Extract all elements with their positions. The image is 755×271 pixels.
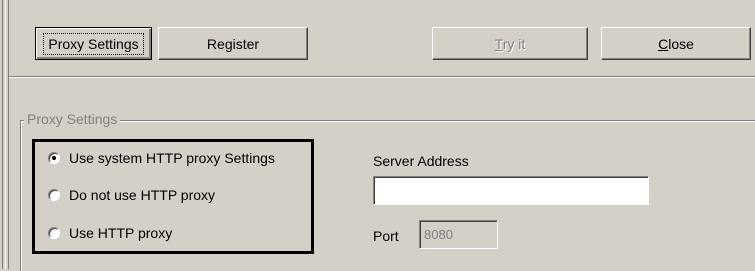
radio-option-http-proxy[interactable]: Use HTTP proxy (48, 225, 172, 241)
radio-option-no-proxy[interactable]: Do not use HTTP proxy (48, 187, 215, 203)
proxy-settings-button[interactable]: Proxy Settings (35, 27, 152, 60)
radio-button-checked[interactable] (48, 152, 60, 164)
radio-button[interactable] (48, 189, 60, 201)
register-button-label: Register (206, 35, 260, 52)
try-it-button-label: Try it (494, 35, 526, 52)
server-address-label: Server Address (373, 153, 469, 169)
proxy-settings-button-label: Proxy Settings (43, 32, 144, 55)
radio-label-http-proxy: Use HTTP proxy (69, 225, 173, 241)
close-button-label: Close (658, 35, 694, 52)
close-button[interactable]: Close (601, 27, 751, 60)
radio-label-no-proxy: Do not use HTTP proxy (69, 187, 216, 203)
server-address-input[interactable] (373, 176, 649, 205)
port-label: Port (373, 228, 399, 244)
try-it-button[interactable]: Try it (432, 27, 588, 60)
port-input[interactable] (419, 220, 498, 249)
proxy-settings-group-title: Proxy Settings (24, 111, 121, 127)
radio-button[interactable] (48, 227, 60, 239)
radio-option-system-proxy[interactable]: Use system HTTP proxy Settings (48, 150, 275, 166)
radio-label-system-proxy: Use system HTTP proxy Settings (69, 150, 275, 166)
register-button[interactable]: Register (158, 27, 308, 60)
window-frame-left (0, 0, 9, 269)
